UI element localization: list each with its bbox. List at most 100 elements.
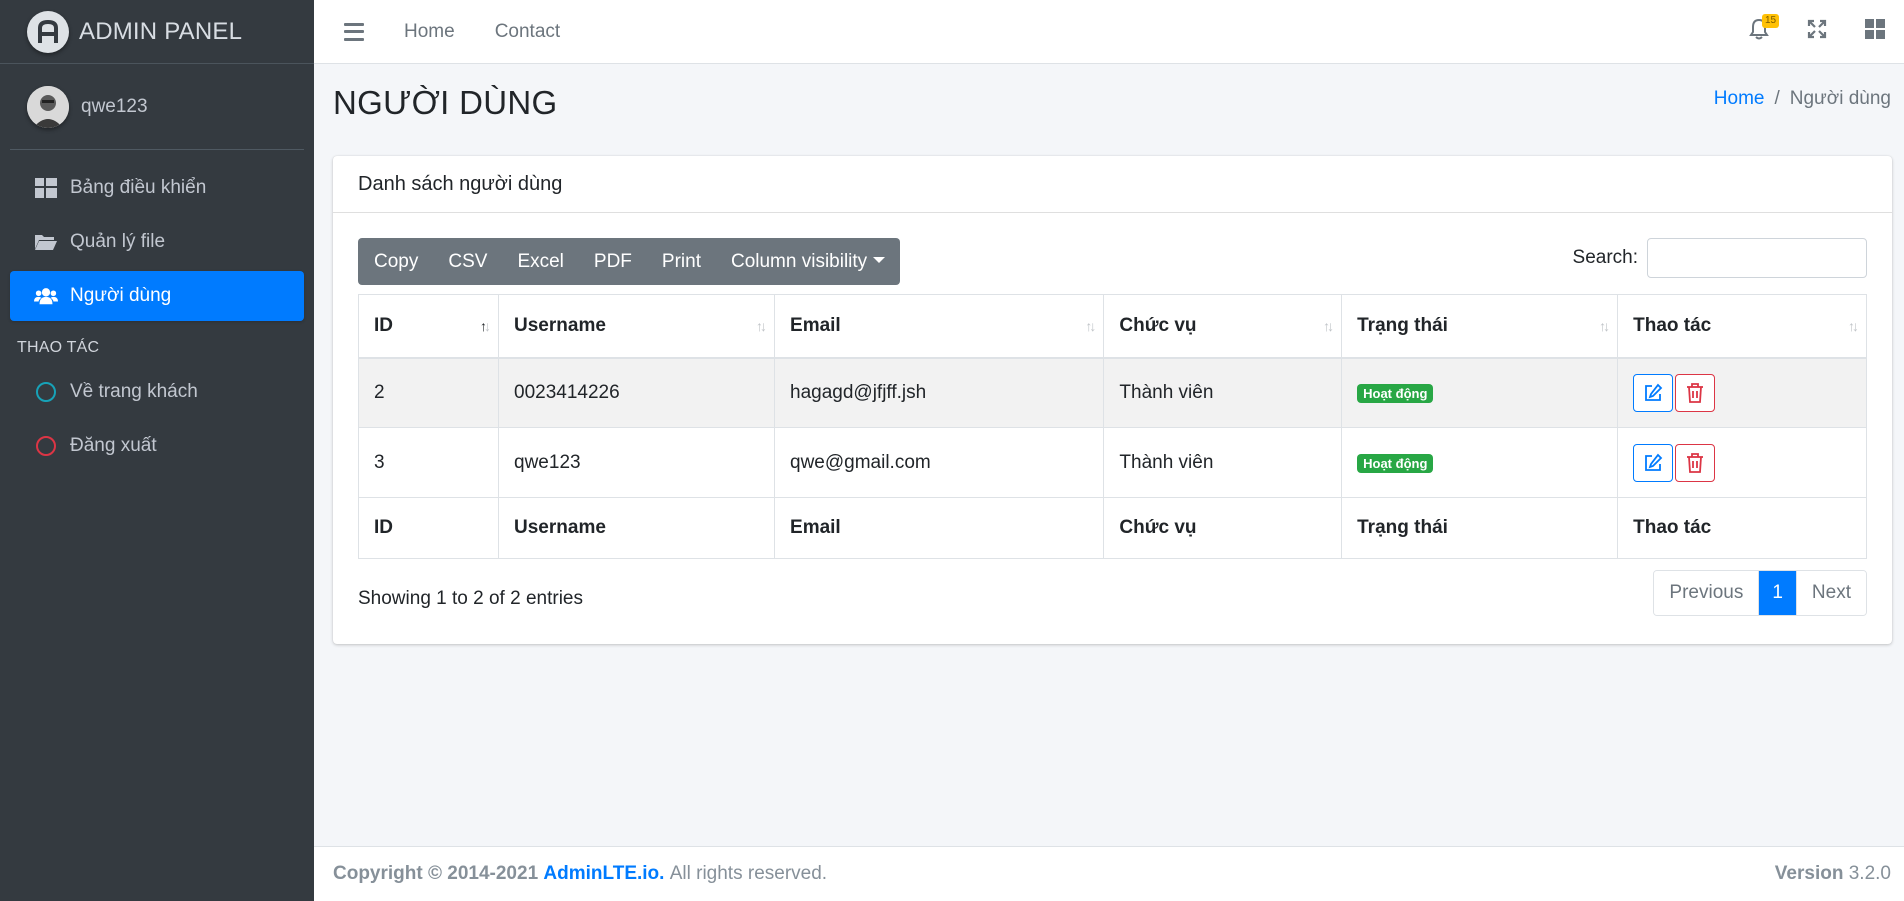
table-row: 3 qwe123 qwe@gmail.com Thành viên Hoạt đ…	[357, 427, 1867, 498]
search-input[interactable]	[1647, 238, 1867, 278]
sidebar-item-users[interactable]: Người dùng	[10, 271, 304, 321]
next-page-button[interactable]: Next	[1795, 571, 1866, 615]
previous-page-button[interactable]: Previous	[1654, 571, 1759, 615]
copy-button[interactable]: Copy	[358, 238, 433, 285]
delete-button[interactable]	[1675, 443, 1716, 482]
brand-text: ADMIN PANEL	[79, 17, 243, 45]
cell-status: Hoạt động	[1341, 357, 1619, 428]
cell-username: qwe123	[498, 427, 776, 498]
column-header-role[interactable]: Chức vụ ↑↓	[1103, 294, 1343, 359]
trash-icon	[1687, 382, 1704, 403]
control-sidebar-button[interactable]	[1846, 0, 1904, 64]
edit-icon	[1645, 383, 1663, 401]
sidebar-section-header: THAO TÁC	[17, 339, 100, 356]
table-header-row: ID ↑↓ Username ↑↓ Email ↑↓ Chức vụ ↑↓ Trạng …	[357, 294, 1867, 359]
footer-role: Chức vụ	[1103, 497, 1343, 559]
sidebar-item-logout[interactable]: Đăng xuất	[10, 421, 304, 471]
main-sidebar: ADMIN PANEL qwe123 Bảng điều khiển Quản …	[0, 0, 314, 901]
footer-username: Username	[498, 497, 776, 559]
page-title: NGƯỜI DÙNG	[333, 84, 558, 121]
caret-down-icon	[873, 256, 886, 263]
menu-toggle-icon[interactable]	[344, 22, 364, 41]
sort-asc-icon: ↑↓	[480, 317, 491, 334]
version-info: Version 3.2.0	[1775, 863, 1891, 885]
circle-outline-icon	[34, 434, 58, 458]
user-name: qwe123	[81, 95, 148, 117]
brand-logo-icon	[27, 10, 69, 53]
content-header: NGƯỜI DÙNG	[333, 84, 557, 122]
excel-button[interactable]: Excel	[502, 238, 578, 285]
user-panel[interactable]: qwe123	[10, 64, 304, 150]
cell-role: Thành viên	[1103, 427, 1343, 498]
status-badge: Hoạt động	[1357, 383, 1434, 403]
search-box: Search:	[1573, 238, 1867, 278]
column-header-id[interactable]: ID ↑↓	[357, 294, 500, 359]
sidebar-item-label: Người dùng	[70, 285, 172, 306]
sidebar-item-label: Quản lý file	[70, 231, 166, 252]
brand-link[interactable]: ADMIN PANEL	[0, 0, 314, 64]
breadcrumb-current: Người dùng	[1789, 88, 1891, 109]
grid-icon	[1865, 19, 1885, 45]
sidebar-item-label: Về trang khách	[70, 381, 198, 402]
circle-outline-icon	[34, 380, 58, 404]
column-visibility-label: Column visibility	[730, 250, 868, 272]
navbar-right: 15	[1730, 0, 1904, 64]
sort-icon: ↑↓	[1848, 317, 1859, 334]
sidebar-item-dashboard[interactable]: Bảng điều khiển	[10, 163, 304, 213]
version-number: 3.2.0	[1848, 863, 1891, 884]
csv-button[interactable]: CSV	[433, 238, 502, 285]
edit-icon	[1645, 453, 1663, 471]
table-info: Showing 1 to 2 of 2 entries	[358, 588, 583, 609]
print-button[interactable]: Print	[647, 238, 716, 285]
adminlte-link[interactable]: AdminLTE.io.	[543, 863, 664, 885]
breadcrumb: Home / Người dùng	[1714, 88, 1891, 110]
cell-username: 0023414226	[498, 357, 776, 428]
page-1-button[interactable]: 1	[1758, 571, 1796, 615]
main-footer: Copyright © 2014-2021 AdminLTE.io. All r…	[314, 846, 1904, 901]
nav-link-home[interactable]: Home	[404, 21, 455, 43]
sort-icon: ↑↓	[756, 317, 767, 334]
pagination: Previous 1 Next	[1653, 570, 1867, 616]
delete-button[interactable]	[1675, 373, 1716, 412]
card-title: Danh sách người dùng	[333, 156, 1892, 213]
sidebar-nav: Bảng điều khiển Quản lý file Người dùng	[0, 163, 314, 321]
rights-text: All rights reserved.	[669, 863, 828, 884]
cell-id: 2	[357, 357, 500, 428]
edit-button[interactable]	[1633, 373, 1674, 412]
avatar	[27, 85, 69, 128]
status-badge: Hoạt động	[1357, 453, 1434, 473]
edit-button[interactable]	[1633, 443, 1674, 482]
folder-icon	[34, 230, 58, 254]
notifications-button[interactable]: 15	[1730, 0, 1788, 64]
breadcrumb-home-link[interactable]: Home	[1714, 88, 1765, 110]
version-label: Version	[1774, 863, 1844, 884]
cell-status: Hoạt động	[1341, 427, 1619, 498]
notification-badge: 15	[1762, 14, 1780, 28]
sort-icon: ↑↓	[1085, 317, 1096, 334]
sidebar-item-files[interactable]: Quản lý file	[10, 217, 304, 267]
pdf-button[interactable]: PDF	[579, 238, 647, 285]
fullscreen-button[interactable]	[1788, 0, 1846, 64]
table-row: 2 0023414226 hagagd@jfjff.jsh Thành viên…	[357, 357, 1867, 428]
sort-icon: ↑↓	[1599, 317, 1610, 334]
nav-link-contact[interactable]: Contact	[495, 21, 560, 43]
trash-icon	[1687, 452, 1704, 473]
footer-status: Trạng thái	[1341, 497, 1619, 559]
users-icon	[34, 284, 58, 308]
expand-icon	[1807, 19, 1827, 45]
cell-actions	[1617, 427, 1867, 498]
cell-email: hagagd@jfjff.jsh	[774, 357, 1105, 428]
sidebar-item-guest[interactable]: Về trang khách	[10, 367, 304, 417]
sidebar-item-label: Đăng xuất	[70, 435, 157, 456]
copyright-text: Copyright © 2014-2021	[333, 863, 539, 884]
users-table: ID ↑↓ Username ↑↓ Email ↑↓ Chức vụ ↑↓ Trạng …	[357, 294, 1867, 559]
footer-email: Email	[774, 497, 1105, 559]
column-header-status[interactable]: Trạng thái ↑↓	[1341, 294, 1619, 359]
column-header-username[interactable]: Username ↑↓	[498, 294, 776, 359]
export-button-group: Copy CSV Excel PDF Print Column visibili…	[358, 238, 901, 285]
column-visibility-button[interactable]: Column visibility	[716, 238, 900, 285]
column-header-email[interactable]: Email ↑↓	[774, 294, 1105, 359]
column-header-actions[interactable]: Thao tác ↑↓	[1617, 294, 1867, 359]
cell-email: qwe@gmail.com	[774, 427, 1105, 498]
cell-role: Thành viên	[1103, 357, 1343, 428]
